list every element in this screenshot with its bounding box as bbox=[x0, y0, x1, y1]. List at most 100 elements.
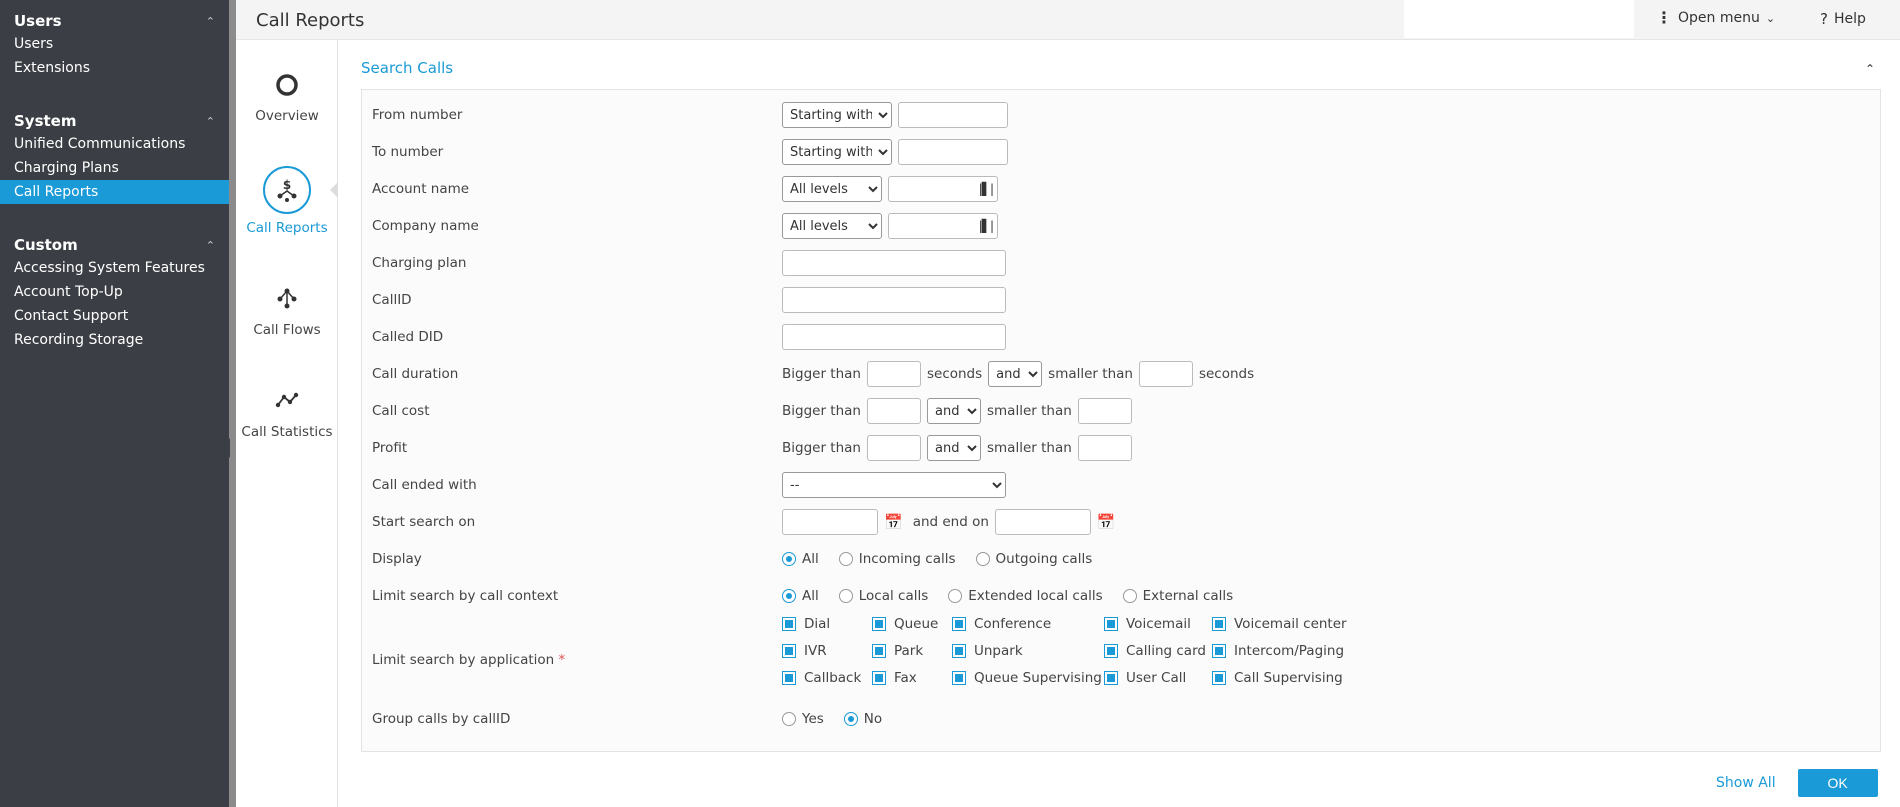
columns-icon[interactable]: |▌| bbox=[979, 182, 994, 196]
row-charging-plan: Charging plan bbox=[372, 249, 1872, 277]
cost-max-input[interactable] bbox=[1077, 398, 1132, 424]
nav-call-flows[interactable]: Call Flows bbox=[236, 280, 338, 338]
company-level-select[interactable]: All levels bbox=[782, 213, 882, 239]
app-queue-checkbox[interactable]: Queue bbox=[872, 616, 938, 632]
group-yes-radio[interactable]: Yes bbox=[782, 711, 824, 727]
context-all-radio[interactable]: All bbox=[782, 588, 819, 604]
smaller-than-label: smaller than bbox=[1048, 366, 1133, 382]
field-label: Called DID bbox=[372, 329, 444, 345]
form-actions: Show All OK bbox=[1716, 769, 1878, 797]
calendar-icon[interactable]: 📅 bbox=[1097, 513, 1116, 531]
from-number-input[interactable] bbox=[898, 102, 1008, 128]
bigger-than-label: Bigger than bbox=[782, 403, 861, 419]
ok-button[interactable]: OK bbox=[1797, 769, 1878, 797]
columns-icon[interactable]: |▌| bbox=[979, 219, 994, 233]
help-label: Help bbox=[1833, 11, 1866, 27]
sidebar-item-charging-plans[interactable]: Charging Plans bbox=[0, 156, 229, 180]
app-conference-checkbox[interactable]: Conference bbox=[952, 616, 1051, 632]
sidebar-item-call-reports[interactable]: Call Reports bbox=[0, 180, 229, 204]
sidebar-section-header[interactable]: Custom ⌃ bbox=[0, 234, 229, 256]
svg-text:$: $ bbox=[283, 178, 291, 192]
app-call-supervising-checkbox[interactable]: Call Supervising bbox=[1212, 670, 1343, 686]
display-all-radio[interactable]: All bbox=[782, 551, 819, 567]
question-icon: ? bbox=[1820, 10, 1828, 28]
cost-min-input[interactable] bbox=[866, 398, 921, 424]
context-local-radio[interactable]: Local calls bbox=[838, 588, 928, 604]
to-number-input[interactable] bbox=[898, 139, 1008, 165]
profit-min-input[interactable] bbox=[866, 435, 921, 461]
field-label: Profit bbox=[372, 440, 408, 456]
duration-min-input[interactable] bbox=[866, 361, 921, 387]
sidebar-item-recording-storage[interactable]: Recording Storage bbox=[0, 328, 229, 352]
line-chart-icon bbox=[236, 382, 338, 418]
app-park-checkbox[interactable]: Park bbox=[872, 643, 923, 659]
nav-pointer bbox=[330, 182, 338, 198]
app-callback-checkbox[interactable]: Callback bbox=[782, 670, 861, 686]
app-calling-card-checkbox[interactable]: Calling card bbox=[1104, 643, 1206, 659]
app-voicemail-center-checkbox[interactable]: Voicemail center bbox=[1212, 616, 1347, 632]
sidebar-item-extensions[interactable]: Extensions bbox=[0, 56, 229, 80]
top-bar: Call Reports ⋮ Open menu ⌄ ? Help bbox=[236, 0, 1900, 40]
chevron-up-icon[interactable]: ⌃ bbox=[1865, 62, 1875, 76]
app-fax-checkbox[interactable]: Fax bbox=[872, 670, 917, 686]
nav-overview[interactable]: Overview bbox=[236, 68, 338, 124]
sidebar-section-header[interactable]: System ⌃ bbox=[0, 110, 229, 132]
nav-call-statistics[interactable]: Call Statistics bbox=[236, 382, 338, 440]
sidebar-item-users[interactable]: Users bbox=[0, 32, 229, 56]
account-level-select[interactable]: All levels bbox=[782, 176, 882, 202]
row-call-ended-with: Call ended with -- bbox=[372, 471, 1872, 499]
from-number-match-select[interactable]: Starting with bbox=[782, 102, 892, 128]
sidebar-item-accessing-system-features[interactable]: Accessing System Features bbox=[0, 256, 229, 280]
app-user-call-checkbox[interactable]: User Call bbox=[1104, 670, 1186, 686]
seconds-label: seconds bbox=[1198, 366, 1255, 382]
display-outgoing-radio[interactable]: Outgoing calls bbox=[975, 551, 1092, 567]
chevron-up-icon[interactable]: ⌃ bbox=[206, 115, 215, 128]
app-unpark-checkbox[interactable]: Unpark bbox=[952, 643, 1023, 659]
app-dial-checkbox[interactable]: Dial bbox=[782, 616, 830, 632]
duration-max-input[interactable] bbox=[1138, 361, 1193, 387]
report-nav: Overview $ Call Reports Call Flows Call … bbox=[236, 40, 338, 807]
field-label: Charging plan bbox=[372, 255, 467, 271]
group-no-radio[interactable]: No bbox=[843, 711, 882, 727]
nav-call-flows-label: Call Flows bbox=[253, 322, 321, 338]
row-to-number: To number Starting with bbox=[372, 138, 1872, 166]
chevron-up-icon[interactable]: ⌃ bbox=[206, 15, 215, 28]
app-intercom-paging-checkbox[interactable]: Intercom/Paging bbox=[1212, 643, 1344, 659]
called-did-input[interactable] bbox=[782, 324, 1006, 350]
sidebar-item-contact-support[interactable]: Contact Support bbox=[0, 304, 229, 328]
start-date-input[interactable] bbox=[782, 509, 878, 535]
app-voicemail-checkbox[interactable]: Voicemail bbox=[1104, 616, 1191, 632]
app-ivr-checkbox[interactable]: IVR bbox=[782, 643, 827, 659]
call-ended-with-select[interactable]: -- bbox=[782, 472, 1006, 498]
row-call-duration: Call duration Bigger than seconds and sm… bbox=[372, 360, 1872, 388]
sidebar-item-unified-communications[interactable]: Unified Communications bbox=[0, 132, 229, 156]
profit-max-input[interactable] bbox=[1077, 435, 1132, 461]
sidebar-item-account-top-up[interactable]: Account Top-Up bbox=[0, 280, 229, 304]
sidebar-resize-handle[interactable] bbox=[223, 0, 236, 807]
nav-call-reports-label: Call Reports bbox=[246, 220, 328, 236]
help-button[interactable]: ? Help bbox=[1820, 10, 1866, 28]
display-incoming-radio[interactable]: Incoming calls bbox=[838, 551, 956, 567]
panel-title: Search Calls bbox=[361, 59, 454, 77]
callid-input[interactable] bbox=[782, 287, 1006, 313]
context-external-radio[interactable]: External calls bbox=[1122, 588, 1233, 604]
row-called-did: Called DID bbox=[372, 323, 1872, 351]
chevron-up-icon[interactable]: ⌃ bbox=[206, 239, 215, 252]
show-all-link[interactable]: Show All bbox=[1716, 775, 1776, 791]
cost-conjunction-select[interactable]: and bbox=[926, 398, 981, 424]
nav-call-reports[interactable]: $ Call Reports bbox=[236, 166, 338, 236]
open-menu-button[interactable]: ⋮ Open menu ⌄ bbox=[1656, 10, 1775, 27]
to-number-match-select[interactable]: Starting with bbox=[782, 139, 892, 165]
app-queue-supervising-checkbox[interactable]: Queue Supervising bbox=[952, 670, 1102, 686]
field-label: Call ended with bbox=[372, 477, 477, 493]
end-date-input[interactable] bbox=[994, 509, 1091, 535]
calendar-icon[interactable]: 📅 bbox=[884, 513, 903, 531]
sidebar-section-users: Users ⌃ Users Extensions bbox=[0, 10, 229, 80]
row-call-context: Limit search by call context All Local c… bbox=[372, 582, 1872, 610]
duration-conjunction-select[interactable]: and bbox=[988, 361, 1043, 387]
context-extended-local-radio[interactable]: Extended local calls bbox=[948, 588, 1103, 604]
charging-plan-input[interactable] bbox=[782, 250, 1006, 276]
field-label: To number bbox=[372, 144, 444, 160]
profit-conjunction-select[interactable]: and bbox=[926, 435, 981, 461]
sidebar-section-header[interactable]: Users ⌃ bbox=[0, 10, 229, 32]
